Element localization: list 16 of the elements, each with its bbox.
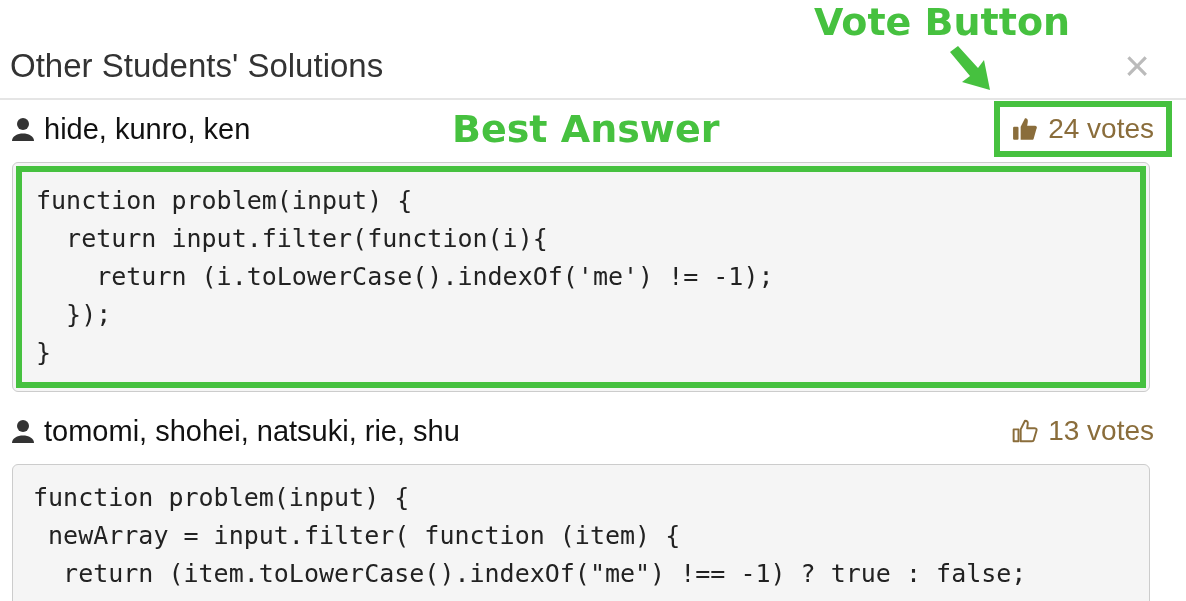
author-names: hide, kunro, ken — [44, 112, 251, 146]
code-line: }); — [65, 299, 113, 331]
code-line: newArray = input.filter( function (item) { — [47, 520, 682, 552]
code-line: } — [36, 337, 53, 369]
user-icon — [12, 117, 34, 141]
code-line: function problem(input) { — [33, 482, 411, 514]
code-line: return (i.toLowerCase().indexOf('me') != -1); — [95, 261, 775, 293]
code-line: return input.filter(function(i){ — [65, 223, 549, 255]
code-line: return (item.toLowerCase().indexOf("me") !== -1) ? true : false; — [62, 558, 1028, 590]
code-line: function problem(input) { — [36, 185, 414, 217]
dialog-title: Other Students' Solutions — [10, 47, 384, 85]
annotation-label: Vote Button — [814, 0, 1071, 44]
user-icon — [12, 419, 34, 443]
author-names: tomomi, shohei, natsuki, rie, shu — [44, 414, 460, 448]
annotation-label: Best Answer — [452, 107, 720, 151]
pointer-arrow — [950, 46, 990, 90]
